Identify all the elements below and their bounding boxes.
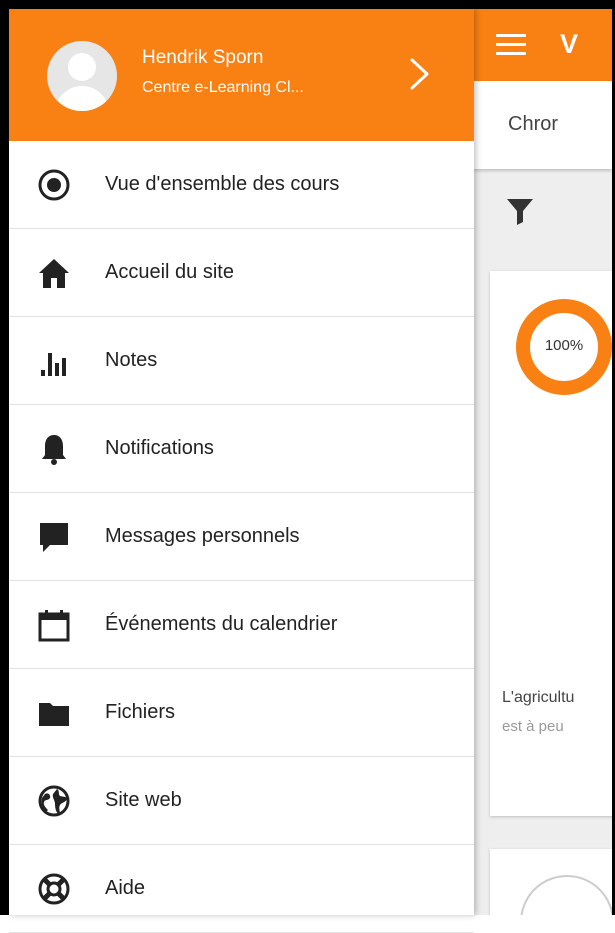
radio-target-icon [36,167,72,203]
folder-icon [36,695,72,731]
menu-item-site-home[interactable]: Accueil du site [9,229,474,317]
course-card[interactable]: 100% L'agricultu est à peu [490,271,612,816]
user-profile-header[interactable]: Hendrik Sporn Centre e-Learning Cl... [9,9,474,141]
avatar [47,41,117,111]
user-name: Hendrik Sporn [142,47,264,68]
progress-donut: 100% [516,299,612,395]
menu-item-website[interactable]: Site web [9,757,474,845]
bell-icon [36,431,72,467]
user-site: Centre e-Learning Cl... [142,79,304,96]
app-title: V [560,29,579,59]
navigation-drawer: Hendrik Sporn Centre e-Learning Cl... Vu… [9,9,474,933]
tab-chronology[interactable]: Chror [508,113,558,136]
frame-top [0,0,615,9]
calendar-icon [36,607,72,643]
menu-item-label: Accueil du site [105,261,234,283]
menu-item-label: Vue d'ensemble des cours [105,173,340,195]
menu-item-label: Notes [105,349,158,371]
course-summary: est à peu [502,718,564,735]
menu-item-label: Aide [105,877,146,899]
menu-item-label: Site web [105,789,182,811]
menu-item-label: Fichiers [105,701,176,723]
menu-item-label: Notifications [105,437,214,459]
menu-item-notifications[interactable]: Notifications [9,405,474,493]
chevron-right-icon[interactable] [404,57,434,91]
chat-bubble-icon [36,519,72,555]
background-app: V Chror 100% L'agricultu est à peu [474,9,612,915]
globe-icon [36,783,72,819]
app-toolbar: V [474,9,612,81]
home-icon [36,255,72,291]
frame-left [0,0,9,915]
bar-chart-icon [36,343,72,379]
menu-item-grades[interactable]: Notes [9,317,474,405]
course-card[interactable] [490,849,612,915]
menu-item-messages[interactable]: Messages personnels [9,493,474,581]
menu-item-label: Événements du calendrier [105,613,338,635]
hamburger-menu-icon[interactable] [496,34,526,56]
menu-item-label: Messages personnels [105,525,300,547]
progress-ring [520,875,612,915]
filter-icon[interactable] [504,195,536,227]
progress-label: 100% [544,337,584,354]
app-tabs: Chror [474,81,612,169]
menu-item-files[interactable]: Fichiers [9,669,474,757]
menu-item-course-overview[interactable]: Vue d'ensemble des cours [9,141,474,229]
menu-item-calendar-events[interactable]: Événements du calendrier [9,581,474,669]
drawer-menu: Vue d'ensemble des cours Accueil du site… [9,141,474,933]
lifebuoy-icon [36,871,72,907]
menu-item-help[interactable]: Aide [9,845,474,933]
course-title: L'agricultu [502,689,575,706]
